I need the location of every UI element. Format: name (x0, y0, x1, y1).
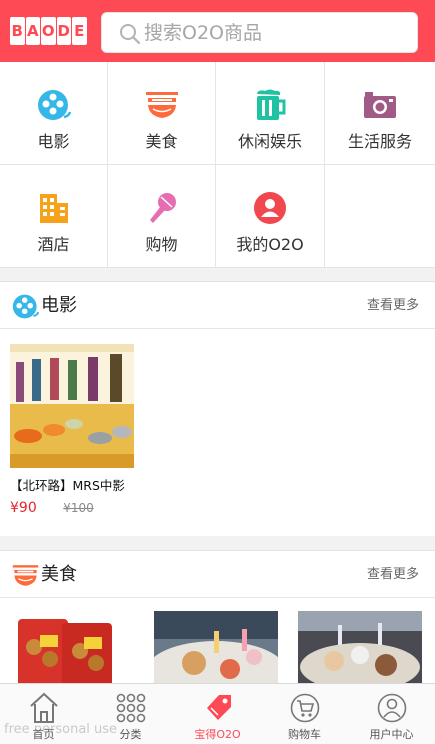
home-icon (29, 692, 58, 723)
product-name: 【北环路】MRS中影 (10, 478, 125, 493)
category-hotel[interactable]: 酒店 (0, 165, 108, 268)
tab-home[interactable]: 首页 (0, 684, 87, 744)
category-grid: 电影 美食 休闲娱乐 生活服务 酒店 购物 我的O2O (0, 62, 435, 268)
microphone-icon (149, 193, 176, 223)
food-product-row (0, 611, 435, 691)
category-my-o2o[interactable]: 我的O2O (216, 165, 325, 268)
section-header: 美食 查看更多 (0, 551, 435, 598)
tag-icon (206, 695, 231, 720)
product-price: ¥90 (10, 500, 37, 516)
logo-letter: O (41, 17, 56, 45)
film-reel-icon (12, 294, 39, 319)
category-label: 我的O2O (236, 235, 304, 254)
view-more-link[interactable]: 查看更多 (367, 282, 419, 329)
logo-letter: A (25, 17, 40, 45)
tab-label: 分类 (119, 728, 142, 741)
tab-label: 用户中心 (369, 728, 414, 741)
view-more-link[interactable]: 查看更多 (367, 551, 419, 598)
beer-mug-icon (257, 89, 286, 120)
user-circle-icon (254, 192, 286, 224)
tab-baode-o2o[interactable]: 宝得O2O (174, 684, 261, 744)
logo-letter: B (10, 17, 25, 45)
grid-dots-icon (116, 693, 145, 723)
category-food[interactable]: 美食 (108, 62, 216, 165)
user-icon (377, 693, 406, 723)
category-label: 休闲娱乐 (237, 132, 302, 151)
tab-cart[interactable]: 购物车 (261, 684, 348, 744)
section-title: 电影 (41, 295, 77, 316)
category-movie[interactable]: 电影 (0, 62, 108, 165)
logo-letter: D (56, 17, 71, 45)
camera-icon (364, 92, 396, 118)
search-icon (120, 24, 141, 45)
category-life-service[interactable]: 生活服务 (325, 62, 435, 165)
tab-user-center[interactable]: 用户中心 (348, 684, 435, 744)
cart-icon (290, 693, 319, 723)
category-label: 美食 (145, 132, 178, 151)
tab-label: 宝得O2O (194, 728, 241, 741)
noodle-bowl-icon (145, 92, 178, 118)
movie-section: 电影 查看更多 【北环路】MRS中影 ¥90 ¥100 (0, 281, 435, 536)
product-price-row: ¥90 ¥100 (10, 500, 134, 516)
top-header: B A O D E 搜索O2O商品 (0, 0, 435, 62)
section-header: 电影 查看更多 (0, 282, 435, 329)
category-leisure[interactable]: 休闲娱乐 (216, 62, 325, 165)
noodle-bowl-icon (12, 565, 39, 586)
product-card[interactable]: 【北环路】MRS中影 ¥90 ¥100 (10, 344, 134, 516)
tab-label: 购物车 (288, 728, 321, 741)
building-icon (39, 194, 68, 223)
tab-category[interactable]: 分类 (87, 684, 174, 744)
food-section: 美食 查看更多 (0, 550, 435, 691)
product-image (10, 344, 134, 468)
category-label: 生活服务 (347, 132, 412, 151)
category-label: 酒店 (37, 235, 70, 254)
section-title: 美食 (41, 564, 77, 585)
bottom-tab-bar: 首页 分类 宝得O2O 购物车 用户中心 (0, 683, 435, 744)
category-label: 电影 (37, 132, 70, 151)
baode-logo[interactable]: B A O D E (10, 17, 87, 45)
category-label: 购物 (145, 235, 178, 254)
product-old-price: ¥100 (63, 501, 94, 515)
search-placeholder: 搜索O2O商品 (144, 22, 262, 44)
logo-letter: E (72, 17, 87, 45)
product-image[interactable] (298, 611, 422, 691)
product-image[interactable] (10, 611, 134, 691)
category-empty (325, 165, 435, 268)
tab-label: 首页 (32, 728, 55, 741)
film-reel-icon (37, 90, 71, 120)
category-shopping[interactable]: 购物 (108, 165, 216, 268)
app-screen: B A O D E 搜索O2O商品 电影 美食 休闲娱乐 生活服务 酒店 购物 … (0, 0, 435, 744)
search-input[interactable]: 搜索O2O商品 (101, 12, 418, 53)
product-image[interactable] (154, 611, 278, 691)
